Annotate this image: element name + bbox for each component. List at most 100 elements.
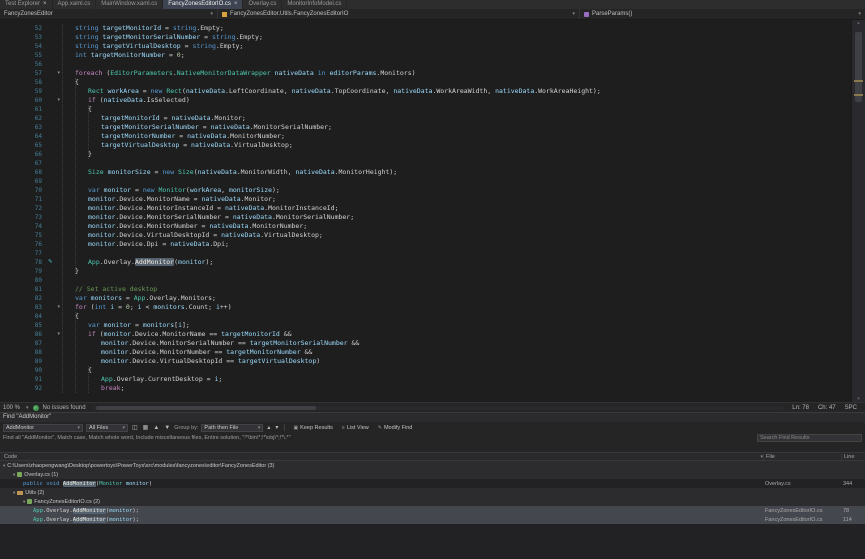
result-match-row[interactable]: App.Overlay.AddMonitor(monitor);FancyZon… <box>0 506 865 515</box>
expand-arrow-icon[interactable]: ▾ <box>3 463 5 469</box>
code-line[interactable]: 76monitor.Device.Dpi = nativeData.Dpi; <box>0 240 851 249</box>
code-token: = <box>151 168 163 176</box>
expand-arrow-icon[interactable]: ▾ <box>23 499 25 505</box>
member-dropdown[interactable]: ParseParams() ▾ <box>580 9 865 19</box>
code-line[interactable]: 70var monitor = new Monitor(workArea, mo… <box>0 186 851 195</box>
code-line[interactable]: 81// Set active desktop <box>0 285 851 294</box>
find-search-input[interactable]: AddMonitor ▾ <box>3 424 83 432</box>
next-result-icon[interactable]: ▼ <box>163 424 171 432</box>
result-match-row[interactable]: public void AddMonitor(Monitor monitor)O… <box>0 479 865 488</box>
code-line[interactable]: 58{ <box>0 78 851 87</box>
tab-test-explorer[interactable]: Test Explorer× <box>0 0 53 9</box>
health-check-icon[interactable]: ✓ <box>33 405 39 411</box>
project-dropdown[interactable]: FancyZonesEditor ▾ <box>0 9 218 19</box>
code-line[interactable]: 77 <box>0 249 851 258</box>
tab-fancyzoneseditorio-cs[interactable]: FancyZonesEditorIO.cs× <box>163 0 243 9</box>
code-line[interactable]: 92break; <box>0 384 851 393</box>
fold-collapse-icon[interactable]: ▾ <box>57 330 60 339</box>
collapse-all-icon[interactable]: ▾ <box>274 424 279 432</box>
scope-dropdown[interactable]: All Files ▾ <box>86 424 128 432</box>
code-line[interactable]: 56 <box>0 60 851 69</box>
column-code[interactable]: Code ▾ <box>0 454 763 460</box>
line-number: 57 <box>0 69 45 78</box>
code-token: public <box>23 481 43 487</box>
code-line[interactable]: 59Rect workArea = new Rect(nativeData.Le… <box>0 87 851 96</box>
code-line[interactable]: 91App.Overlay.CurrentDesktop = i; <box>0 375 851 384</box>
code-line[interactable]: 65targetVirtualDesktop = nativeData.Virt… <box>0 141 851 150</box>
tab-app-xaml-cs[interactable]: App.xaml.cs <box>53 0 97 9</box>
code-line[interactable]: 72monitor.Device.MonitorInstanceId = nat… <box>0 204 851 213</box>
list-view-button[interactable]: ≡ List View <box>339 425 372 431</box>
column-file[interactable]: File <box>763 454 841 460</box>
code-editor[interactable]: 52string targetMonitorId = string.Empty;… <box>0 20 865 402</box>
result-group-row[interactable]: ▾Overlay.cs (1) <box>0 470 865 479</box>
result-group-row[interactable]: ▾C:\Users\zhaopengwang\Desktop\powertoys… <box>0 461 865 470</box>
code-text: for (int i = 0; i < monitors.Count; i++) <box>62 303 232 312</box>
scrollbar-thumb[interactable] <box>855 32 862 102</box>
code-line[interactable]: 78✎App.Overlay.AddMonitor(monitor); <box>0 258 851 267</box>
code-line[interactable]: 83▾for (int i = 0; i < monitors.Count; i… <box>0 303 851 312</box>
code-line[interactable]: 73monitor.Device.MonitorSerialNumber = n… <box>0 213 851 222</box>
fold-collapse-icon[interactable]: ▾ <box>57 96 60 105</box>
editor-vertical-scrollbar[interactable]: ▴ ▾ <box>851 20 865 402</box>
fold-collapse-icon[interactable]: ▾ <box>57 303 60 312</box>
modify-find-button[interactable]: ✎ Modify Find <box>375 425 416 431</box>
code-line[interactable]: 67 <box>0 159 851 168</box>
code-line[interactable]: 53string targetMonitorSerialNumber = str… <box>0 33 851 42</box>
code-line[interactable]: 69 <box>0 177 851 186</box>
tab-overlay-cs[interactable]: Overlay.cs <box>243 0 282 9</box>
group-by-dropdown[interactable]: Path then File ▾ <box>201 424 263 432</box>
expand-arrow-icon[interactable]: ▾ <box>13 472 15 478</box>
zoom-control[interactable]: 100 % ▾ <box>3 405 29 411</box>
search-find-results-input[interactable]: Search Find Results <box>757 434 862 442</box>
code-line[interactable]: 71monitor.Device.MonitorName = nativeDat… <box>0 195 851 204</box>
code-line[interactable]: 63targetMonitorSerialNumber = nativeData… <box>0 123 851 132</box>
editor-horizontal-scrollbar[interactable] <box>94 406 785 410</box>
select-columns-icon[interactable]: ▦ <box>142 424 150 432</box>
group-by-label: Group by: <box>174 425 198 431</box>
code-line[interactable]: 90{ <box>0 366 851 375</box>
code-line[interactable]: 61{ <box>0 105 851 114</box>
scroll-up-icon[interactable]: ▴ <box>852 20 865 26</box>
code-line[interactable]: 74monitor.Device.MonitorNumber = nativeD… <box>0 222 851 231</box>
code-line[interactable]: 85var monitor = monitors[i]; <box>0 321 851 330</box>
code-line[interactable]: 79} <box>0 267 851 276</box>
code-line[interactable]: 75monitor.Device.VirtualDesktopId = nati… <box>0 231 851 240</box>
scrollbar-thumb[interactable] <box>96 406 316 410</box>
code-line[interactable]: 88monitor.Device.MonitorNumber == target… <box>0 348 851 357</box>
prev-result-icon[interactable]: ▲ <box>152 424 160 432</box>
tab-mainwindow-xaml-cs[interactable]: MainWindow.xaml.cs <box>96 0 163 9</box>
close-icon[interactable]: × <box>43 0 47 9</box>
expand-all-icon[interactable]: ▴ <box>266 424 271 432</box>
code-token: targetMonitorId <box>101 114 160 122</box>
code-line[interactable]: 66} <box>0 150 851 159</box>
code-token: nativeData <box>211 123 250 131</box>
code-line[interactable]: 68Size monitorSize = new Size(nativeData… <box>0 168 851 177</box>
expand-arrow-icon[interactable]: ▾ <box>13 490 15 496</box>
tab-monitorinfomodel-cs[interactable]: MonitorInfoModel.cs <box>282 0 347 9</box>
result-group-row[interactable]: ▾Utils (2) <box>0 488 865 497</box>
code-line[interactable]: 54string targetVirtualDesktop = string.E… <box>0 42 851 51</box>
code-line[interactable]: 52string targetMonitorId = string.Empty; <box>0 24 851 33</box>
keep-results-button[interactable]: ▣ Keep Results <box>290 425 335 431</box>
result-group-row[interactable]: ▾FancyZonesEditorIO.cs (2) <box>0 497 865 506</box>
copy-results-icon[interactable]: ◫ <box>131 424 139 432</box>
code-text: int targetMonitorNumber = 0; <box>62 51 185 60</box>
code-line[interactable]: 82var monitors = App.Overlay.Monitors; <box>0 294 851 303</box>
code-line[interactable]: 60▾if (nativeData.IsSelected) <box>0 96 851 105</box>
code-line[interactable]: 55int targetMonitorNumber = 0; <box>0 51 851 60</box>
result-match-row[interactable]: App.Overlay.AddMonitor(monitor);FancyZon… <box>0 515 865 524</box>
code-line[interactable]: 84{ <box>0 312 851 321</box>
code-line[interactable]: 89monitor.Device.VirtualDesktopId == tar… <box>0 357 851 366</box>
code-line[interactable]: 64targetMonitorNumber = nativeData.Monit… <box>0 132 851 141</box>
code-line[interactable]: 62targetMonitorId = nativeData.Monitor; <box>0 114 851 123</box>
code-line[interactable]: 86▾if (monitor.Device.MonitorName == tar… <box>0 330 851 339</box>
code-line[interactable]: 87monitor.Device.MonitorSerialNumber == … <box>0 339 851 348</box>
close-icon[interactable]: × <box>234 0 238 9</box>
column-line[interactable]: Line <box>841 454 865 460</box>
code-token: ) <box>149 481 152 487</box>
code-line[interactable]: 80 <box>0 276 851 285</box>
fold-collapse-icon[interactable]: ▾ <box>57 69 60 78</box>
type-dropdown[interactable]: FancyZonesEditor.Utils.FancyZonesEditorI… <box>218 9 580 19</box>
code-line[interactable]: 57▾foreach (EditorParameters.NativeMonit… <box>0 69 851 78</box>
